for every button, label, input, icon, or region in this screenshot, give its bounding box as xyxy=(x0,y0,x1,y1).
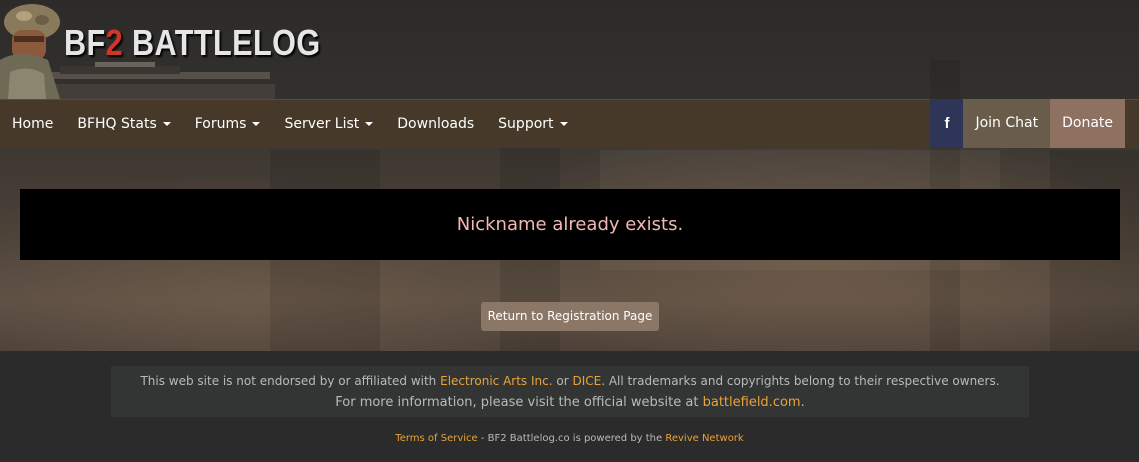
nav-forums[interactable]: Forums xyxy=(183,100,273,148)
return-to-registration-button[interactable]: Return to Registration Page xyxy=(481,302,659,331)
donate-button[interactable]: Donate xyxy=(1050,99,1125,148)
dice-link[interactable]: DICE xyxy=(572,374,601,388)
error-alert: Nickname already exists. xyxy=(20,189,1120,260)
terms-of-service-link[interactable]: Terms of Service xyxy=(395,433,477,444)
join-chat-button[interactable]: Join Chat xyxy=(963,99,1051,148)
site-footer: This web site is not endorsed by or affi… xyxy=(0,351,1139,462)
nav-actions: f Join Chat Donate xyxy=(930,99,1125,148)
nav-downloads[interactable]: Downloads xyxy=(385,100,486,148)
caret-down-icon xyxy=(559,122,568,126)
main-navbar: Home BFHQ Stats Forums Server List Downl… xyxy=(0,99,1139,148)
site-logo[interactable]: BF2 BATTLELOG xyxy=(0,0,320,99)
nav-menu: Home BFHQ Stats Forums Server List Downl… xyxy=(0,100,580,148)
nav-home[interactable]: Home xyxy=(0,100,65,148)
revive-network-link[interactable]: Revive Network xyxy=(665,433,743,444)
nav-server-list[interactable]: Server List xyxy=(272,100,385,148)
facebook-icon: f xyxy=(944,115,950,132)
nav-bfhq-stats[interactable]: BFHQ Stats xyxy=(65,100,182,148)
disclaimer-line: This web site is not endorsed by or affi… xyxy=(140,374,1000,388)
site-header: BF2 BATTLELOG xyxy=(0,0,1139,99)
nav-support[interactable]: Support xyxy=(486,100,579,148)
facebook-button[interactable]: f xyxy=(930,99,964,148)
caret-down-icon xyxy=(162,122,171,126)
battlefield-link[interactable]: battlefield.com xyxy=(703,395,801,410)
caret-down-icon xyxy=(365,122,374,126)
electronic-arts-link[interactable]: Electronic Arts Inc. xyxy=(440,374,552,388)
logo-text: BF2 BATTLELOG xyxy=(64,22,321,63)
footer-disclaimer: This web site is not endorsed by or affi… xyxy=(111,366,1029,417)
info-line: For more information, please visit the o… xyxy=(335,395,805,410)
error-message: Nickname already exists. xyxy=(456,214,684,235)
caret-down-icon xyxy=(252,122,261,126)
footer-credits: Terms of Service - BF2 Battlelog.co is p… xyxy=(395,433,744,444)
